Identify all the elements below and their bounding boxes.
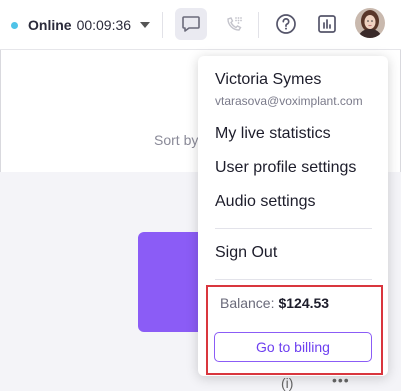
- chat-bubble-icon: [182, 16, 200, 32]
- bar-chart-icon: [318, 15, 336, 33]
- menu-divider: [215, 228, 372, 229]
- chevron-down-icon: [140, 22, 151, 28]
- menu-divider: [215, 279, 372, 280]
- phone-button[interactable]: [218, 8, 250, 40]
- phone-keypad-icon: [227, 17, 242, 31]
- balance-label: Balance:: [220, 295, 275, 311]
- user-email: vtarasova@voximplant.com: [215, 94, 363, 108]
- divider: [258, 12, 259, 38]
- divider: [162, 12, 163, 38]
- sort-by-label: Sort by: [154, 132, 199, 148]
- balance-row: Balance: $124.53: [220, 295, 329, 311]
- status-dot-icon: [11, 21, 18, 29]
- user-name: Victoria Symes: [215, 71, 322, 88]
- avatar[interactable]: [355, 8, 385, 38]
- sign-out-item[interactable]: Sign Out: [215, 244, 277, 262]
- top-bar: Online 00:09:36: [0, 0, 401, 50]
- go-to-billing-button[interactable]: Go to billing: [214, 332, 372, 362]
- statistics-button[interactable]: [311, 8, 343, 40]
- help-button[interactable]: [270, 8, 302, 40]
- chat-button[interactable]: [175, 8, 207, 40]
- info-icon[interactable]: (i): [281, 375, 293, 391]
- menu-item-profile-settings[interactable]: User profile settings: [215, 159, 356, 177]
- status-timer: 00:09:36: [76, 17, 132, 33]
- menu-item-live-statistics[interactable]: My live statistics: [215, 125, 331, 143]
- status-label: Online: [28, 17, 72, 33]
- balance-amount: $124.53: [278, 295, 330, 311]
- help-circle-icon: [276, 14, 296, 34]
- user-avatar-icon: [355, 8, 385, 38]
- status-selector[interactable]: Online 00:09:36: [11, 15, 151, 35]
- menu-item-audio-settings[interactable]: Audio settings: [215, 193, 316, 211]
